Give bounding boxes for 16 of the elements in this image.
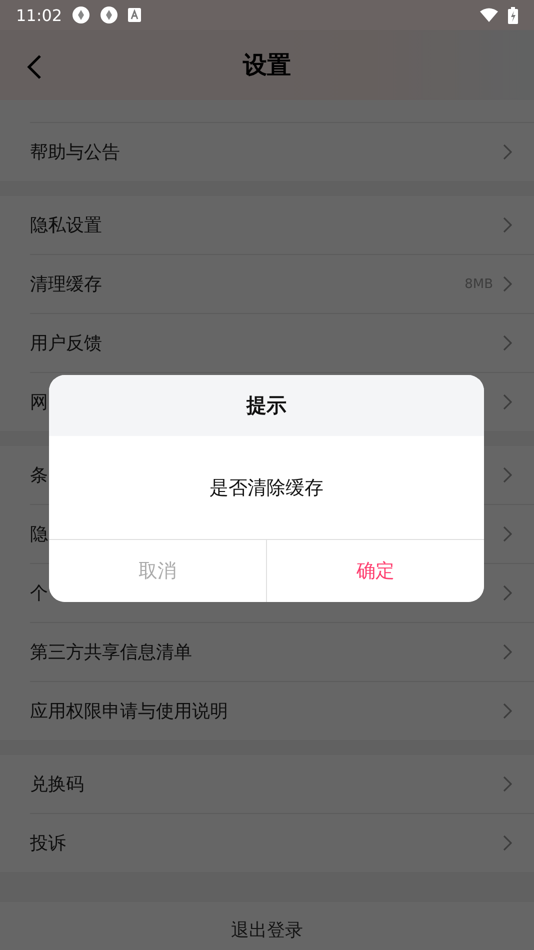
row-label: 个 [30,582,48,605]
row-label: 兑换码 [30,773,84,796]
dialog-title: 提示 [246,392,286,419]
row-label: 隐 [30,523,48,546]
row-label: 投诉 [30,832,66,855]
page-title: 设置 [243,50,291,81]
row-label: 帮助与公告 [30,141,120,164]
row-label: 隐私设置 [30,214,102,237]
row-label: 第三方共享信息清单 [30,641,192,664]
row-label: 应用权限申请与使用说明 [30,700,228,723]
row-label: 清理缓存 [30,273,102,296]
status-time: 11:02 [16,6,62,24]
row-label: 用户反馈 [30,332,102,355]
dialog-message: 是否清除缓存 [210,476,324,500]
row-label: 条 [30,464,48,487]
row-label: 网 [30,391,48,414]
